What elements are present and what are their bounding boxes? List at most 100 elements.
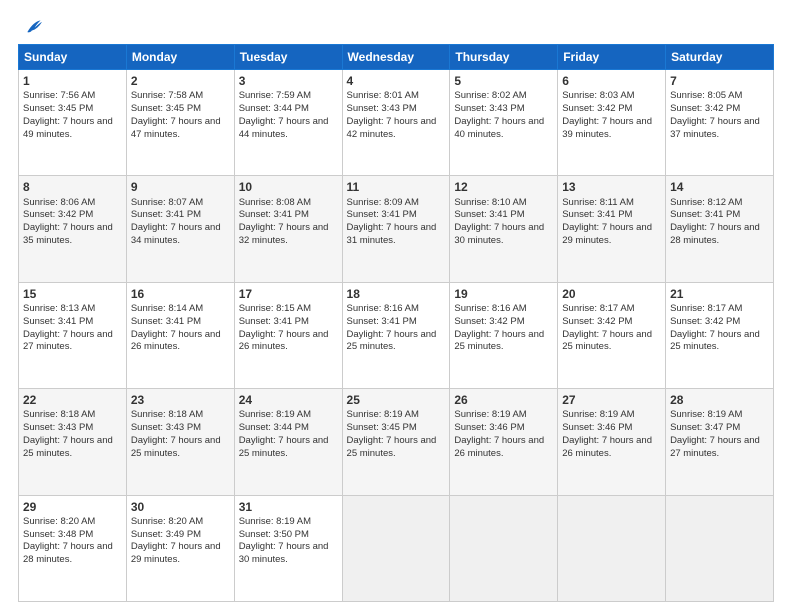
sunset-label: Sunset: 3:41 PM: [347, 209, 417, 220]
day-number: 12: [454, 179, 553, 195]
sunset-label: Sunset: 3:42 PM: [670, 103, 740, 114]
calendar-cell: 26Sunrise: 8:19 AMSunset: 3:46 PMDayligh…: [450, 389, 558, 495]
day-number: 18: [347, 286, 446, 302]
sunset-label: Sunset: 3:45 PM: [131, 103, 201, 114]
logo-text: [18, 18, 44, 36]
sunset-label: Sunset: 3:42 PM: [454, 316, 524, 327]
sunrise-label: Sunrise: 8:01 AM: [347, 90, 419, 101]
day-number: 27: [562, 392, 661, 408]
day-number: 2: [131, 73, 230, 89]
col-header-friday: Friday: [558, 45, 666, 70]
calendar-cell: 21Sunrise: 8:17 AMSunset: 3:42 PMDayligh…: [666, 282, 774, 388]
sunset-label: Sunset: 3:41 PM: [131, 209, 201, 220]
sunrise-label: Sunrise: 8:02 AM: [454, 90, 526, 101]
page: SundayMondayTuesdayWednesdayThursdayFrid…: [0, 0, 792, 612]
day-number: 6: [562, 73, 661, 89]
sunset-label: Sunset: 3:41 PM: [454, 209, 524, 220]
day-number: 1: [23, 73, 122, 89]
sunrise-label: Sunrise: 8:18 AM: [131, 409, 203, 420]
sunset-label: Sunset: 3:41 PM: [239, 316, 309, 327]
sunrise-label: Sunrise: 8:16 AM: [454, 303, 526, 314]
daylight-label: Daylight: 7 hours and 40 minutes.: [454, 116, 544, 140]
calendar-cell: 24Sunrise: 8:19 AMSunset: 3:44 PMDayligh…: [234, 389, 342, 495]
sunrise-label: Sunrise: 8:08 AM: [239, 197, 311, 208]
calendar-cell: 13 Sunrise: 8:11 AMSunset: 3:41 PM Dayligh…: [558, 176, 666, 282]
day-number: 24: [239, 392, 338, 408]
day-number: 19: [454, 286, 553, 302]
col-header-thursday: Thursday: [450, 45, 558, 70]
sunrise-label: Sunrise: 8:12 AM: [670, 197, 742, 208]
calendar-cell: 31Sunrise: 8:19 AMSunset: 3:50 PMDayligh…: [234, 495, 342, 601]
sunset-label: Sunset: 3:46 PM: [562, 422, 632, 433]
daylight-label: Daylight: 7 hours and 29 minutes.: [562, 222, 652, 246]
sunset-label: Sunset: 3:44 PM: [239, 103, 309, 114]
day-number: 5: [454, 73, 553, 89]
daylight-label: Daylight: 7 hours and 30 minutes.: [454, 222, 544, 246]
calendar-cell: 11Sunrise: 8:09 AMSunset: 3:41 PMDayligh…: [342, 176, 450, 282]
sunset-label: Sunset: 3:41 PM: [347, 316, 417, 327]
calendar-cell: 19Sunrise: 8:16 AM Sunset: 3:42 PM Dayligh…: [450, 282, 558, 388]
header: [18, 18, 774, 36]
daylight-label: Daylight: 7 hours and 27 minutes.: [670, 435, 760, 459]
sunrise-label: Sunrise: 8:16 AM: [347, 303, 419, 314]
day-number: 20: [562, 286, 661, 302]
daylight-label: Daylight: 7 hours and 25 minutes.: [131, 435, 221, 459]
day-number: 21: [670, 286, 769, 302]
day-number: 9: [131, 179, 230, 195]
calendar-cell: 16Sunrise: 8:14 AMSunset: 3:41 PMDayligh…: [126, 282, 234, 388]
sunset-label: Sunset: 3:46 PM: [454, 422, 524, 433]
daylight-label: Daylight: 7 hours and 29 minutes.: [131, 541, 221, 565]
sunrise-label: Sunrise: 8:19 AM: [239, 409, 311, 420]
daylight-label: Daylight: 7 hours and 37 minutes.: [670, 116, 760, 140]
col-header-saturday: Saturday: [666, 45, 774, 70]
calendar-cell: 25Sunrise: 8:19 AMSunset: 3:45 PMDayligh…: [342, 389, 450, 495]
day-number: 10: [239, 179, 338, 195]
calendar-cell: 4Sunrise: 8:01 AMSunset: 3:43 PMDaylight…: [342, 70, 450, 176]
calendar-cell: 7Sunrise: 8:05 AMSunset: 3:42 PMDaylight…: [666, 70, 774, 176]
daylight-label: Daylight: 7 hours and 31 minutes.: [347, 222, 437, 246]
daylight-label: Daylight: 7 hours and 32 minutes.: [239, 222, 329, 246]
sunrise-label: Sunrise: 8:09 AM: [347, 197, 419, 208]
daylight-label: Daylight: 7 hours and 26 minutes.: [454, 435, 544, 459]
sunrise-label: Sunrise: 8:20 AM: [23, 516, 95, 527]
day-number: 28: [670, 392, 769, 408]
daylight-label: Daylight: 7 hours and 47 minutes.: [131, 116, 221, 140]
sunset-label: Sunset: 3:50 PM: [239, 529, 309, 540]
day-number: 13: [562, 179, 661, 195]
daylight-label: Daylight: 7 hours and 39 minutes.: [562, 116, 652, 140]
day-number: 7: [670, 73, 769, 89]
daylight-label: Daylight: 7 hours and 28 minutes.: [23, 541, 113, 565]
sunset-label: Sunset: 3:43 PM: [131, 422, 201, 433]
sunrise-label: Sunrise: 7:58 AM: [131, 90, 203, 101]
sunrise-label: Sunrise: 8:11 AM: [562, 197, 634, 208]
daylight-label: Daylight: 7 hours and 26 minutes.: [239, 329, 329, 353]
calendar-cell: 3Sunrise: 7:59 AMSunset: 3:44 PMDaylight…: [234, 70, 342, 176]
calendar-cell: [558, 495, 666, 601]
calendar-cell: 28Sunrise: 8:19 AMSunset: 3:47 PMDayligh…: [666, 389, 774, 495]
sunrise-label: Sunrise: 7:56 AM: [23, 90, 95, 101]
sunrise-label: Sunrise: 7:59 AM: [239, 90, 311, 101]
daylight-label: Daylight: 7 hours and 27 minutes.: [23, 329, 113, 353]
sunset-label: Sunset: 3:41 PM: [23, 316, 93, 327]
daylight-label: Daylight: 7 hours and 25 minutes.: [562, 329, 652, 353]
calendar-cell: 1Sunrise: 7:56 AM Sunset: 3:45 PM Daylight…: [19, 70, 127, 176]
sunset-label: Sunset: 3:41 PM: [562, 209, 632, 220]
calendar-cell: 9Sunrise: 8:07 AMSunset: 3:41 PMDaylight…: [126, 176, 234, 282]
calendar-cell: 20Sunrise: 8:17 AMSunset: 3:42 PMDayligh…: [558, 282, 666, 388]
sunset-label: Sunset: 3:43 PM: [23, 422, 93, 433]
sunrise-label: Sunrise: 8:17 AM: [562, 303, 634, 314]
daylight-label: Daylight: 7 hours and 35 minutes.: [23, 222, 113, 246]
col-header-monday: Monday: [126, 45, 234, 70]
day-number: 17: [239, 286, 338, 302]
sunrise-label: Sunrise: 8:19 AM: [562, 409, 634, 420]
daylight-label: Daylight: 7 hours and 25 minutes.: [670, 329, 760, 353]
calendar-cell: 10Sunrise: 8:08 AMSunset: 3:41 PMDayligh…: [234, 176, 342, 282]
sunset-label: Sunset: 3:45 PM: [23, 103, 93, 114]
calendar-cell: [450, 495, 558, 601]
daylight-label: Daylight: 7 hours and 25 minutes.: [347, 435, 437, 459]
daylight-label: Daylight: 7 hours and 49 minutes.: [23, 116, 113, 140]
sunrise-label: Sunrise: 8:19 AM: [454, 409, 526, 420]
logo: [18, 18, 44, 36]
day-number: 22: [23, 392, 122, 408]
daylight-label: Daylight: 7 hours and 25 minutes.: [454, 329, 544, 353]
